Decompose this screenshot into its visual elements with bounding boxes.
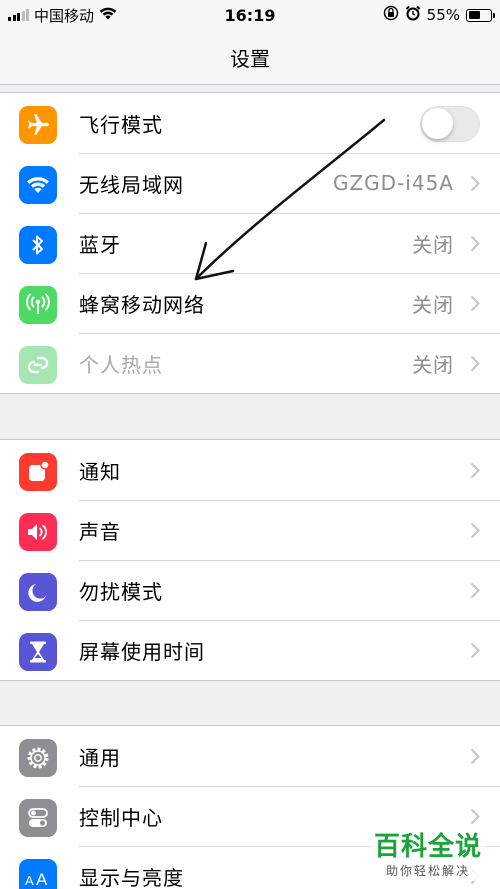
wifi-status-icon [99, 6, 117, 24]
bluetooth-icon [19, 226, 57, 264]
watermark: 百科全说 助你轻松解决 [369, 830, 486, 881]
signal-strength-icon [8, 9, 29, 21]
chevron-right-icon [470, 582, 480, 599]
settings-row-general[interactable]: 通用 [0, 726, 500, 786]
status-bar: 中国移动 16:19 55% [0, 0, 500, 30]
switches-icon [19, 799, 57, 837]
svg-text:A: A [25, 873, 34, 888]
settings-row-value: GZGD-i45A [332, 171, 454, 195]
settings-row-label: 个人热点 [79, 352, 163, 377]
chevron-right-icon [470, 642, 480, 659]
settings-row-value: 关闭 [412, 232, 454, 257]
settings-row-do-not-disturb[interactable]: 勿扰模式 [0, 560, 500, 620]
battery-percent: 55% [426, 6, 460, 24]
navigation-bar: 设置 [0, 30, 500, 85]
settings-row-notifications[interactable]: 通知 [0, 440, 500, 500]
chevron-right-icon [470, 175, 480, 192]
settings-row-screen-time[interactable]: 屏幕使用时间 [0, 620, 500, 680]
watermark-subtitle: 助你轻松解决 [385, 864, 470, 878]
orientation-lock-icon [383, 5, 399, 25]
settings-row-label: 无线局域网 [79, 172, 184, 197]
settings-row-label: 屏幕使用时间 [79, 639, 205, 664]
wifi-icon [19, 166, 57, 204]
chevron-right-icon [470, 355, 480, 372]
settings-row-label: 飞行模式 [79, 112, 163, 137]
svg-text:A: A [36, 870, 48, 888]
settings-row-wifi[interactable]: 无线局域网 GZGD-i45A [0, 153, 500, 213]
alarm-icon [405, 5, 421, 25]
settings-row-label: 显示与亮度 [79, 865, 184, 889]
settings-row-bluetooth[interactable]: 蓝牙 关闭 [0, 213, 500, 273]
battery-icon [466, 8, 495, 22]
settings-row-label: 蜂窝移动网络 [79, 292, 205, 317]
status-time: 16:19 [224, 5, 276, 25]
settings-row-value: 关闭 [412, 292, 454, 317]
chevron-right-icon [470, 235, 480, 252]
gear-icon [19, 739, 57, 777]
moon-icon [19, 573, 57, 611]
chevron-right-icon [470, 522, 480, 539]
carrier-name: 中国移动 [34, 6, 95, 25]
sound-icon [19, 513, 57, 551]
page-title: 设置 [230, 46, 270, 71]
settings-row-cellular[interactable]: 蜂窝移动网络 关闭 [0, 273, 500, 333]
notification-icon [19, 453, 57, 491]
hourglass-icon [19, 633, 57, 671]
settings-row-label: 通用 [79, 745, 121, 770]
chevron-right-icon [470, 462, 480, 479]
settings-row-label: 控制中心 [79, 805, 163, 830]
text-size-icon: AA [19, 859, 57, 889]
chevron-right-icon [470, 748, 480, 765]
settings-row-label: 蓝牙 [79, 232, 121, 257]
settings-row-airplane-mode[interactable]: 飞行模式 [0, 93, 500, 153]
cellular-icon [19, 286, 57, 324]
settings-row-label: 通知 [79, 459, 121, 484]
connectivity-group: 飞行模式 无线局域网 GZGD-i45A 蓝牙 关闭 蜂窝移动网络 关闭 个人热… [0, 92, 500, 394]
chevron-right-icon [470, 808, 480, 825]
hotspot-icon [19, 346, 57, 384]
airplane-icon [19, 106, 57, 144]
chevron-right-icon [470, 295, 480, 312]
settings-row-personal-hotspot: 个人热点 关闭 [0, 333, 500, 393]
settings-row-sounds[interactable]: 声音 [0, 500, 500, 560]
airplane-mode-toggle[interactable] [420, 106, 480, 142]
notifications-group: 通知 声音 勿扰模式 屏幕使用时间 [0, 439, 500, 681]
settings-row-value: 关闭 [412, 352, 454, 377]
watermark-title: 百科全说 [373, 832, 482, 862]
settings-row-label: 声音 [79, 519, 121, 544]
settings-row-label: 勿扰模式 [79, 579, 163, 604]
